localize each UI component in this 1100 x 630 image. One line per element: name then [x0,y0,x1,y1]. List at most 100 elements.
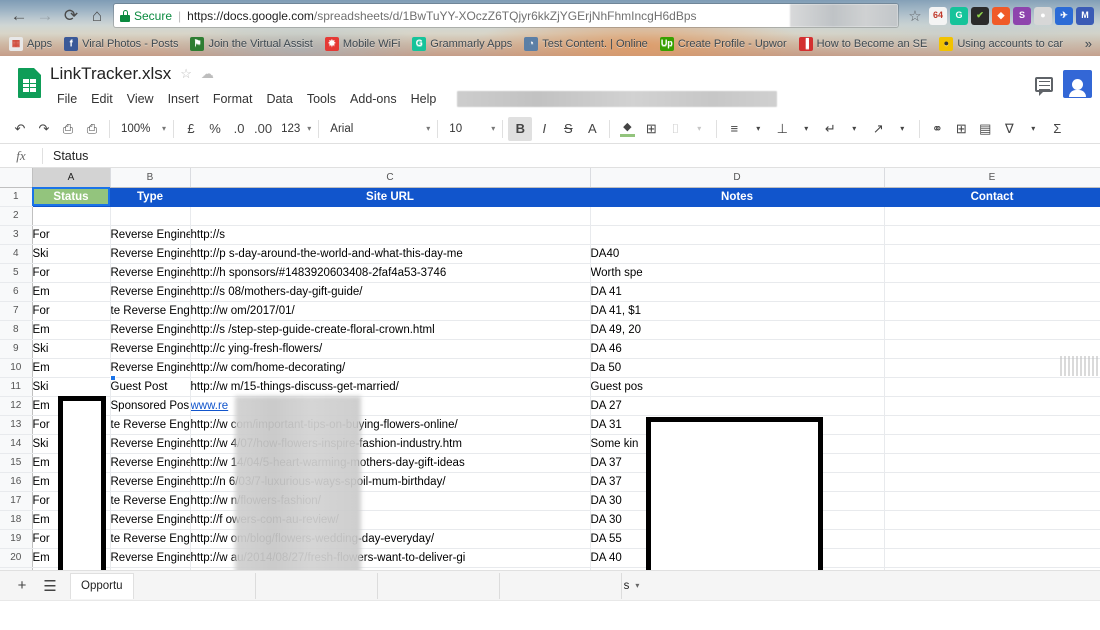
row-header-17[interactable]: 17 [0,491,33,511]
fill-color-button[interactable]: ◆ [615,117,639,141]
cell-d9[interactable]: DA 46 [590,339,885,359]
cell-d8[interactable]: DA 49, 20 [590,320,885,340]
back-button[interactable]: ← [6,3,32,29]
cell-d12[interactable]: DA 27 [590,396,885,416]
currency-format-button[interactable]: £ [179,117,203,141]
row-header-7[interactable]: 7 [0,301,33,321]
cell-b19[interactable]: te Reverse Engine [110,529,191,549]
drive-folder-icon[interactable]: ☁ [201,66,214,82]
column-header-c[interactable]: C [190,168,591,188]
menu-item-tools[interactable]: Tools [300,89,343,109]
cell-b20[interactable]: Reverse Engine [110,548,191,568]
cell-c5[interactable]: http://h sponsors/#1483920603408-2faf4a5… [190,263,591,283]
row-header-9[interactable]: 9 [0,339,33,359]
row-header-14[interactable]: 14 [0,434,33,454]
cell-e16[interactable] [884,472,1100,492]
bookmark-item[interactable]: ◔ Test Content. | Online [519,35,653,53]
cell-e11[interactable] [884,377,1100,397]
decrease-decimal-button[interactable]: .0 [227,117,251,141]
header-cell-b1[interactable]: Type [110,187,191,207]
cell-b12[interactable]: Sponsored Pos [110,396,191,416]
cell-b15[interactable]: Reverse Engine [110,453,191,473]
m-extension-icon[interactable]: M [1076,6,1094,25]
bookmark-item[interactable]: ● Using accounts to car [934,35,1068,53]
cell-c7[interactable]: http://w om/2017/01/ [190,301,591,321]
header-cell-d1[interactable]: Notes [590,187,885,207]
cell-c6[interactable]: http://s 08/mothers-day-gift-guide/ [190,282,591,302]
merge-caret-icon[interactable]: ▾ [687,117,711,141]
menu-item-format[interactable]: Format [206,89,260,109]
orange-blob-extension-icon[interactable]: ◆ [992,6,1010,25]
cell-e19[interactable] [884,529,1100,549]
bookmark-item[interactable]: ⚑ Join the Virtual Assist [185,35,317,53]
row-header-18[interactable]: 18 [0,510,33,530]
bookmark-item[interactable]: Up Create Profile - Upwor [655,35,792,53]
document-title[interactable]: LinkTracker.xlsx [50,64,171,84]
print-button[interactable]: ⎙ [56,117,80,141]
chevron-down-icon[interactable]: ▾ [794,117,818,141]
menu-item-help[interactable]: Help [404,89,444,109]
cell-d4[interactable]: DA40 [590,244,885,264]
menu-item-data[interactable]: Data [259,89,299,109]
grammarly-extension-icon[interactable]: G [950,6,968,25]
filter-button[interactable]: ∇ [997,117,1021,141]
insert-link-button[interactable]: ⚭ [925,117,949,141]
bookmark-item[interactable]: ▦ Apps [4,35,57,53]
row-header-13[interactable]: 13 [0,415,33,435]
sheet-tab-caret-icon[interactable]: ▾ [635,581,639,590]
chevron-down-icon[interactable]: ▾ [746,117,770,141]
more-formats-selector[interactable]: 123 ▾ [275,117,313,141]
cell-e13[interactable] [884,415,1100,435]
cell-d11[interactable]: Guest pos [590,377,885,397]
column-header-e[interactable]: E [884,168,1100,188]
cell-e20[interactable] [884,548,1100,568]
cell-b11[interactable]: Guest Post [110,377,191,397]
cell-c11[interactable]: http://w m/15-things-discuss-get-married… [190,377,591,397]
redo-button[interactable]: ↷ [32,117,56,141]
zoom-selector[interactable]: 100% ▾ [115,117,168,141]
cell-b17[interactable]: te Reverse Engine [110,491,191,511]
bookmark-item[interactable]: ✸ Mobile WiFi [320,35,405,53]
menu-item-add-ons[interactable]: Add-ons [343,89,404,109]
bookmark-item[interactable]: f Viral Photos - Posts [59,35,183,53]
cell-b3[interactable]: Reverse Engine [110,225,191,245]
cell-e8[interactable] [884,320,1100,340]
cell-a11[interactable]: Ski [32,377,111,397]
italic-button[interactable]: I [532,117,556,141]
cell-d5[interactable]: Worth spe [590,263,885,283]
menu-item-insert[interactable]: Insert [161,89,206,109]
cell-e12[interactable] [884,396,1100,416]
cell-a5[interactable]: For [32,263,111,283]
cell-e2[interactable] [884,206,1100,226]
cell-d3[interactable] [590,225,885,245]
menu-item-view[interactable]: View [120,89,161,109]
cell-e7[interactable] [884,301,1100,321]
header-cell-e1[interactable]: Contact [884,187,1100,207]
row-header-11[interactable]: 11 [0,377,33,397]
vertical-align-button[interactable]: ⊥ [770,117,794,141]
menu-item-edit[interactable]: Edit [84,89,120,109]
text-rotation-button[interactable]: ↗ [866,117,890,141]
undo-button[interactable]: ↶ [8,117,32,141]
cell-b8[interactable]: Reverse Engine [110,320,191,340]
sheet-tab-opportunities[interactable]: Opportu [70,572,134,599]
column-header-d[interactable]: D [590,168,885,188]
cell-c10[interactable]: http://w com/home-decorating/ [190,358,591,378]
cell-a2[interactable] [32,206,111,226]
share-button[interactable] [1063,70,1092,98]
comments-icon[interactable] [1031,73,1057,96]
checkmark-extension-icon[interactable]: ✔ [971,6,989,25]
row-header-1[interactable]: 1 [0,187,33,207]
row-header-19[interactable]: 19 [0,529,33,549]
cell-b7[interactable]: te Reverse Engine [110,301,191,321]
row-header-20[interactable]: 20 [0,548,33,568]
cell-a10[interactable]: Em [32,358,111,378]
header-cell-a1[interactable]: Status [32,187,111,207]
cell-b5[interactable]: Reverse Engine [110,263,191,283]
cell-e17[interactable] [884,491,1100,511]
cell-a6[interactable]: Em [32,282,111,302]
column-header-a[interactable]: A [32,168,111,188]
merge-cells-button[interactable]: ⌷ [663,117,687,141]
cell-d6[interactable]: DA 41 [590,282,885,302]
cell-e14[interactable] [884,434,1100,454]
